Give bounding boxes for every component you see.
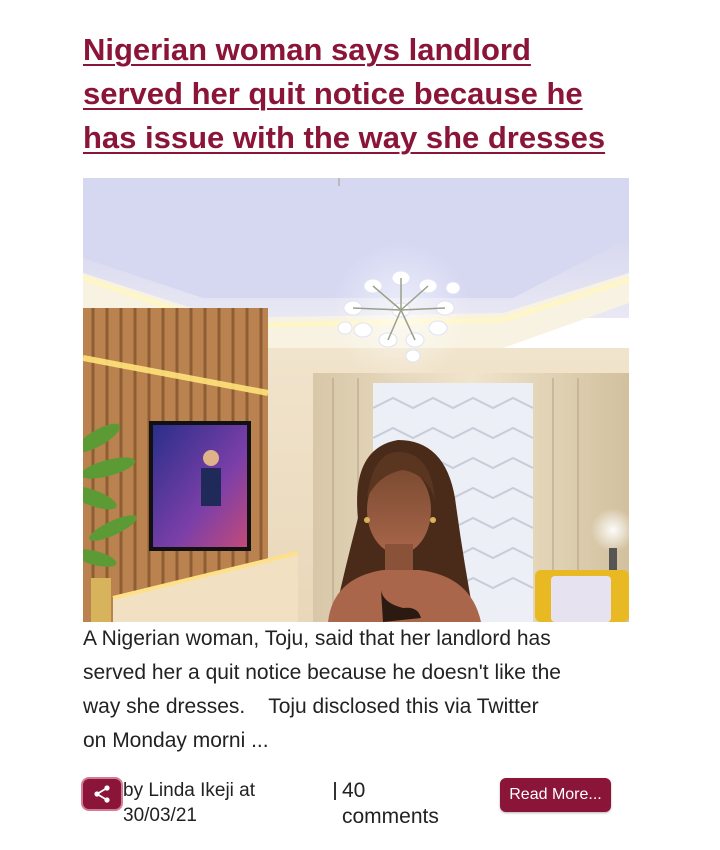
post-title-line: Nigerian woman says landlord bbox=[83, 32, 531, 67]
comments-count: 40 bbox=[342, 779, 366, 802]
post-byline: by Linda Ikeji at 30/03/21 bbox=[123, 778, 255, 828]
post-title-link[interactable]: Nigerian woman says landlord served her … bbox=[83, 28, 643, 160]
byline-date: 30/03/21 bbox=[123, 805, 197, 826]
post-title-line: has issue with the way she dresses bbox=[83, 120, 606, 155]
read-more-button[interactable]: Read More... bbox=[500, 778, 611, 812]
excerpt-line: on Monday morni ... bbox=[83, 729, 269, 752]
share-button[interactable] bbox=[83, 779, 121, 809]
post-excerpt: A Nigerian woman, Toju, said that her la… bbox=[83, 622, 643, 758]
excerpt-line: served her a quit notice because he does… bbox=[83, 661, 561, 684]
comments-label: comments bbox=[342, 805, 439, 828]
comments-link[interactable]: 40 comments bbox=[342, 778, 439, 830]
share-icon bbox=[94, 785, 110, 803]
excerpt-line: way she dresses. Toju disclosed this via… bbox=[83, 695, 539, 718]
excerpt-line: A Nigerian woman, Toju, said that her la… bbox=[83, 627, 551, 650]
post-image[interactable] bbox=[83, 178, 629, 622]
post-title-line: served her quit notice because he bbox=[83, 76, 583, 111]
meta-divider bbox=[334, 782, 336, 800]
byline-author: by Linda Ikeji at bbox=[123, 780, 256, 801]
